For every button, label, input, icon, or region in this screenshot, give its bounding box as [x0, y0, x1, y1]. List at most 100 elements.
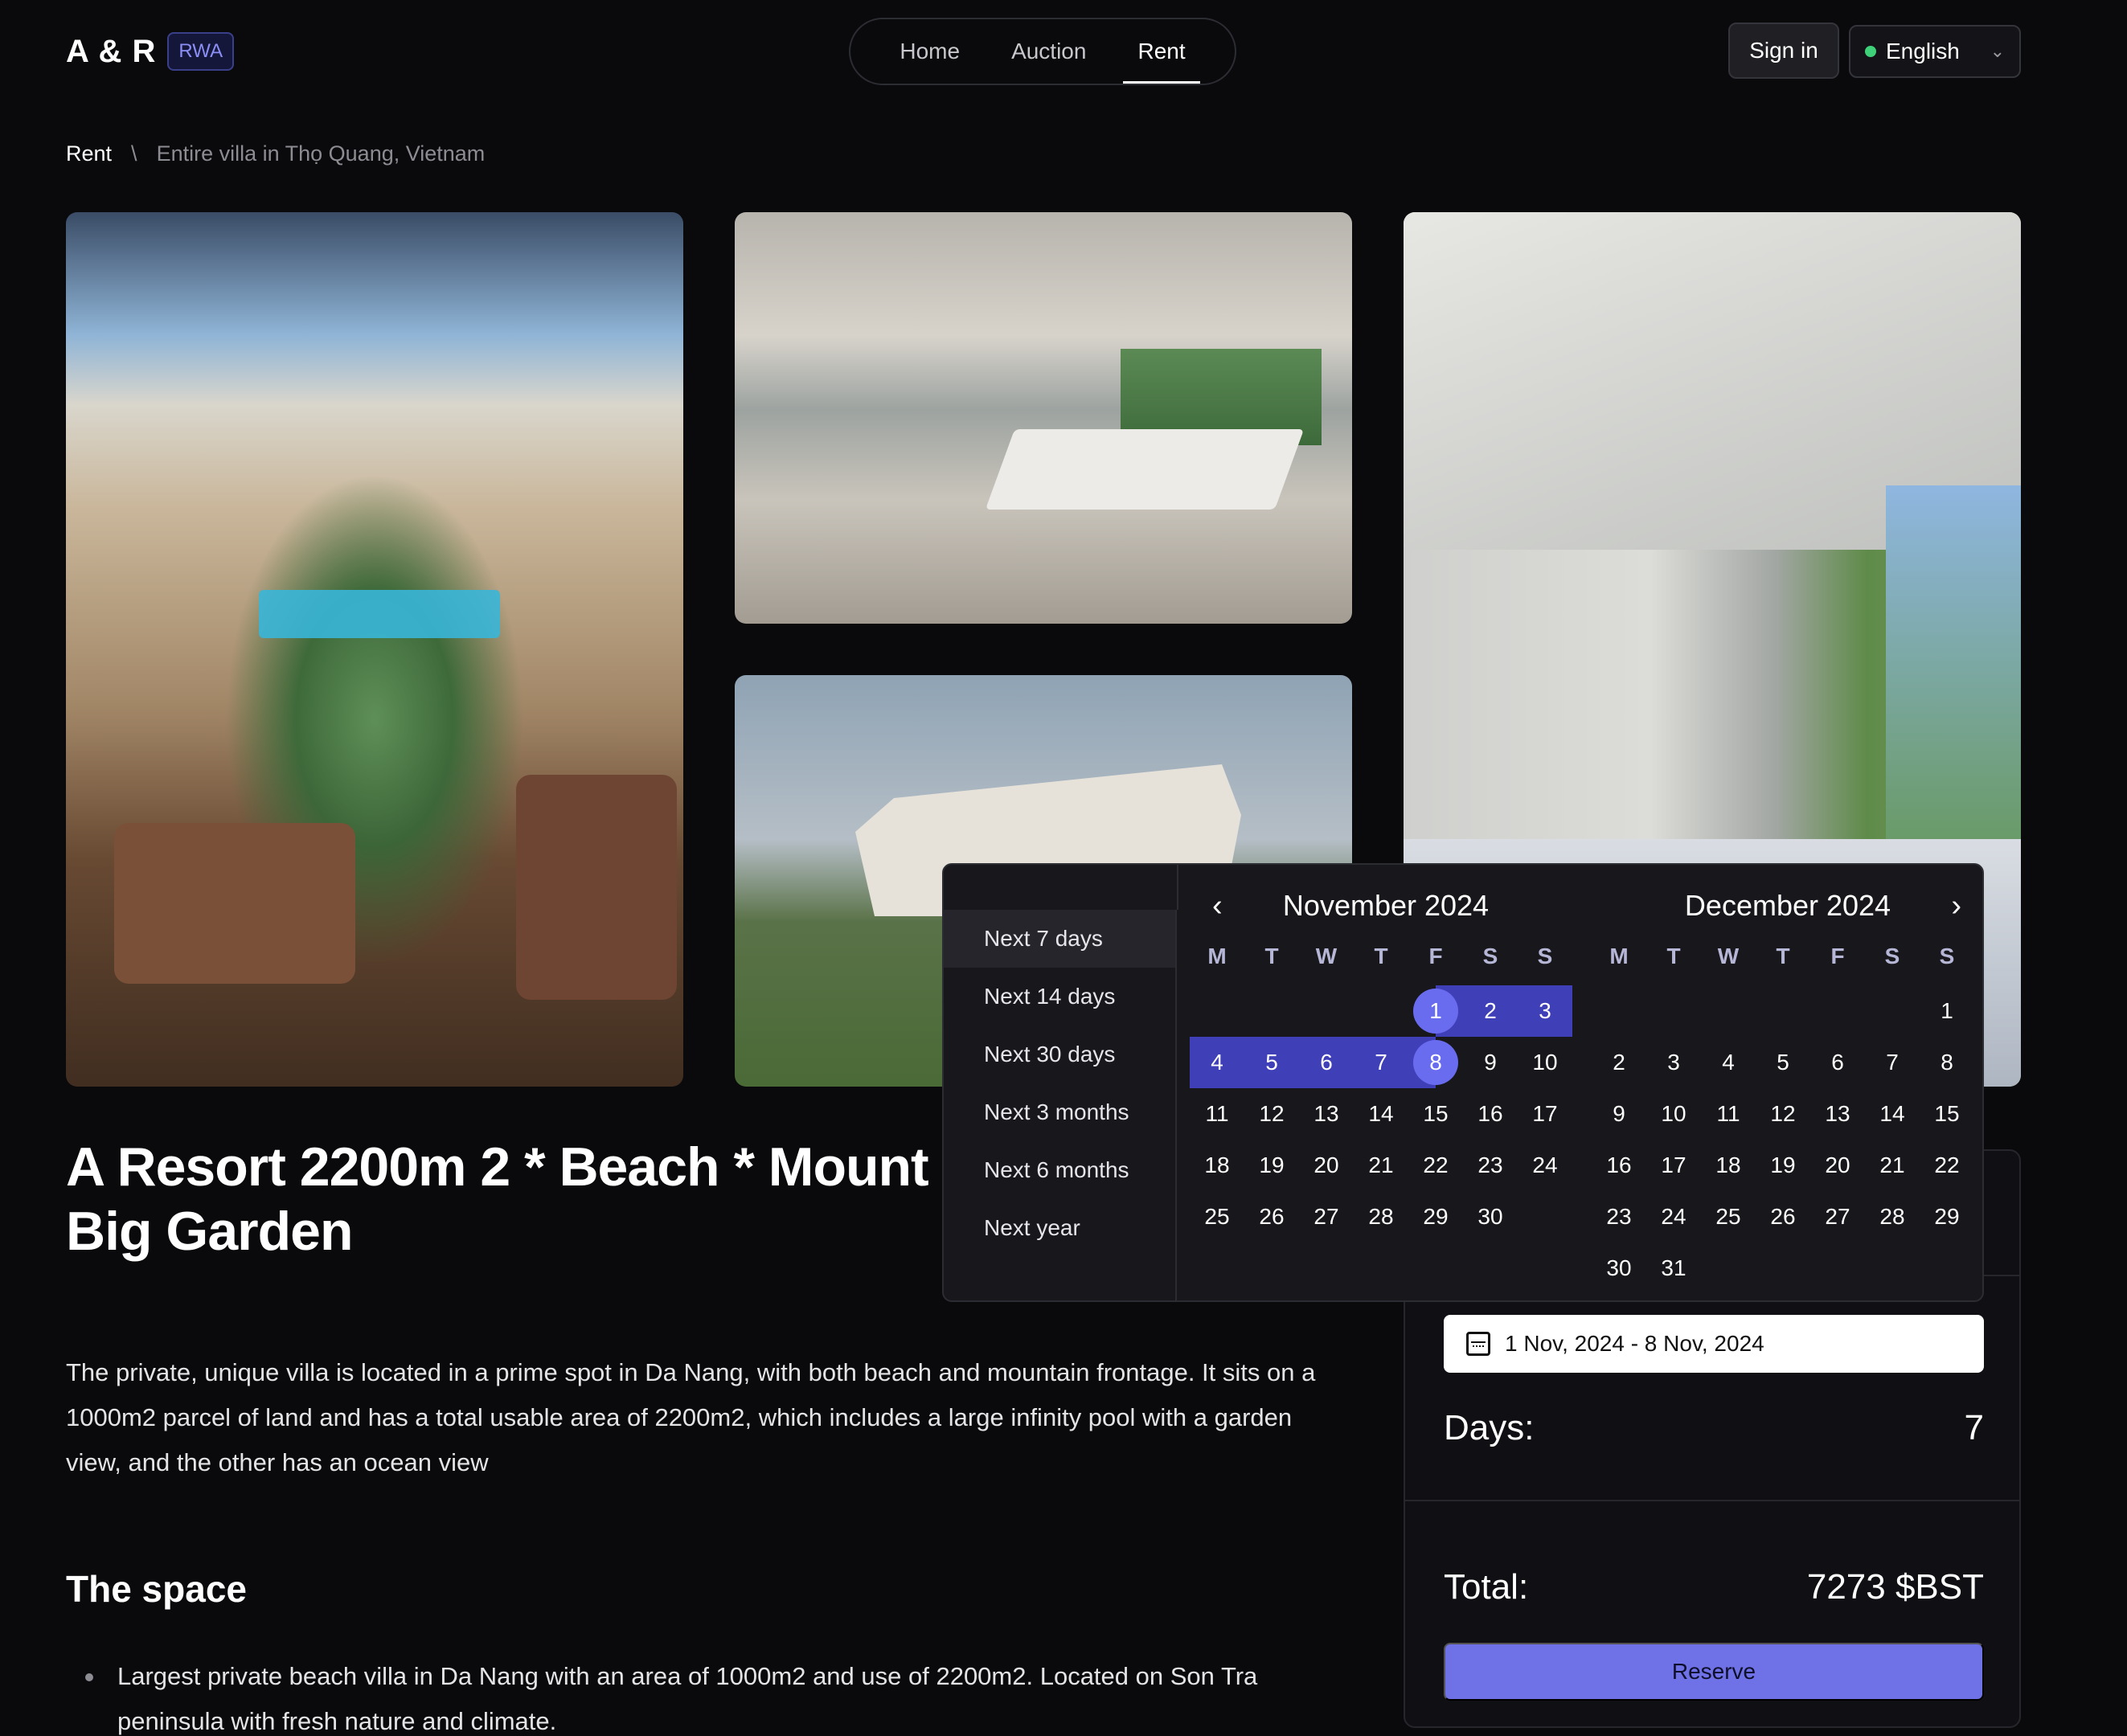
- calendar-day[interactable]: 12: [1756, 1088, 1810, 1140]
- preset-next-14-days[interactable]: Next 14 days: [944, 968, 1175, 1026]
- calendar-day[interactable]: 20: [1299, 1140, 1354, 1191]
- weekday-label: T: [1264, 944, 1279, 968]
- calendar-day[interactable]: 2: [1463, 985, 1518, 1037]
- calendar-day[interactable]: 21: [1354, 1140, 1408, 1191]
- calendar-day[interactable]: 23: [1463, 1140, 1518, 1191]
- calendar-day[interactable]: 29: [1408, 1191, 1463, 1243]
- calendar-day[interactable]: 18: [1701, 1140, 1756, 1191]
- calendar-day[interactable]: 28: [1354, 1191, 1408, 1243]
- calendar-day[interactable]: 19: [1244, 1140, 1299, 1191]
- calendar-day[interactable]: 12: [1244, 1088, 1299, 1140]
- calendar-day[interactable]: 21: [1865, 1140, 1920, 1191]
- calendar-day[interactable]: 4: [1701, 1037, 1756, 1088]
- month-title: December 2024: [1684, 889, 1891, 922]
- language-select[interactable]: English ⌄: [1849, 25, 2021, 78]
- reserve-button[interactable]: Reserve: [1444, 1643, 1984, 1701]
- nav-auction[interactable]: Auction: [986, 18, 1112, 85]
- calendar-day[interactable]: 26: [1756, 1191, 1810, 1243]
- total-row: Total: 7273 $BST: [1444, 1567, 1984, 1607]
- calendar-day[interactable]: 25: [1190, 1191, 1244, 1243]
- date-picker-popover: Next 7 days Next 14 days Next 30 days Ne…: [942, 863, 1984, 1302]
- calendar-day[interactable]: 10: [1518, 1037, 1572, 1088]
- weekday-label: W: [1315, 944, 1338, 968]
- calendar-day[interactable]: 13: [1299, 1088, 1354, 1140]
- calendar-day[interactable]: 11: [1190, 1088, 1244, 1140]
- weekday-label: S: [1537, 944, 1553, 968]
- logo[interactable]: A & R RWA: [66, 32, 235, 71]
- preset-next-7-days[interactable]: Next 7 days: [944, 910, 1175, 968]
- chevron-right-icon[interactable]: ›: [1951, 889, 1961, 923]
- breadcrumb-rent[interactable]: Rent: [66, 141, 112, 166]
- space-bullet: Largest private beach villa in Da Nang w…: [85, 1654, 1363, 1736]
- photo-kitchen[interactable]: [735, 212, 1352, 624]
- calendar-day[interactable]: 3: [1646, 1037, 1701, 1088]
- calendar-day[interactable]: 30: [1592, 1243, 1646, 1294]
- calendar-day[interactable]: 10: [1646, 1088, 1701, 1140]
- calendar-day[interactable]: 6: [1299, 1037, 1354, 1088]
- calendar-day[interactable]: 25: [1701, 1191, 1756, 1243]
- calendar-day[interactable]: 3: [1518, 985, 1572, 1037]
- weekday-label: T: [1666, 944, 1681, 968]
- weekday-label: M: [1609, 944, 1629, 968]
- weekday-label: W: [1717, 944, 1740, 968]
- preset-next-30-days[interactable]: Next 30 days: [944, 1026, 1175, 1083]
- calendar-day[interactable]: 16: [1592, 1140, 1646, 1191]
- nav-rent[interactable]: Rent: [1112, 18, 1211, 85]
- nav-home[interactable]: Home: [874, 18, 986, 85]
- calendar-day[interactable]: 20: [1810, 1140, 1865, 1191]
- calendar-day[interactable]: 19: [1756, 1140, 1810, 1191]
- calendar-day[interactable]: 1: [1408, 985, 1463, 1037]
- day-grid: 1 2 3 4 5 6 7 8 9 10 11 12 13 14 15 16 17 18 19 20 21 22 23 24 2…: [1190, 985, 1572, 1243]
- preset-next-3-months[interactable]: Next 3 months: [944, 1083, 1175, 1141]
- calendar-day[interactable]: 27: [1299, 1191, 1354, 1243]
- calendar-day[interactable]: 9: [1592, 1088, 1646, 1140]
- month-title: November 2024: [1282, 889, 1490, 922]
- date-range-value: 1 Nov, 2024 - 8 Nov, 2024: [1505, 1331, 1764, 1356]
- calendar-day[interactable]: 14: [1354, 1088, 1408, 1140]
- calendar-day[interactable]: 24: [1646, 1191, 1701, 1243]
- calendar-day[interactable]: 2: [1592, 1037, 1646, 1088]
- date-range-input[interactable]: 1 Nov, 2024 - 8 Nov, 2024: [1444, 1315, 1984, 1373]
- preset-next-6-months[interactable]: Next 6 months: [944, 1141, 1175, 1199]
- calendar-day[interactable]: 1: [1920, 985, 1974, 1037]
- calendar-day[interactable]: 14: [1865, 1088, 1920, 1140]
- calendar-day[interactable]: 28: [1865, 1191, 1920, 1243]
- calendar-day[interactable]: 23: [1592, 1191, 1646, 1243]
- calendar-day[interactable]: 16: [1463, 1088, 1518, 1140]
- calendar-day[interactable]: 6: [1810, 1037, 1865, 1088]
- calendar-day[interactable]: 30: [1463, 1191, 1518, 1243]
- calendar-day[interactable]: 4: [1190, 1037, 1244, 1088]
- calendar-day[interactable]: 7: [1354, 1037, 1408, 1088]
- calendar-day[interactable]: 29: [1920, 1191, 1974, 1243]
- calendar-day[interactable]: 7: [1865, 1037, 1920, 1088]
- calendar-day[interactable]: 5: [1756, 1037, 1810, 1088]
- calendar-day[interactable]: 13: [1810, 1088, 1865, 1140]
- month-november: ‹ November 2024 MTWTFSS 1 2 3 4 5 6 7 8 9 10 11 12 1…: [1185, 865, 1587, 1300]
- logo-text: A & R: [66, 33, 157, 69]
- calendar-day[interactable]: 11: [1701, 1088, 1756, 1140]
- calendar-day[interactable]: 26: [1244, 1191, 1299, 1243]
- calendar-day[interactable]: 22: [1408, 1140, 1463, 1191]
- calendar-day[interactable]: 17: [1646, 1140, 1701, 1191]
- calendar-day[interactable]: 27: [1810, 1191, 1865, 1243]
- sign-in-button[interactable]: Sign in: [1728, 23, 1839, 79]
- calendar-day[interactable]: 17: [1518, 1088, 1572, 1140]
- calendar-day[interactable]: 8: [1920, 1037, 1974, 1088]
- day-grid: 1 2 3 4 5 6 7 8 9 10 11 12 13 14 15 16 17 18 19 20 21 22 23 24 2…: [1592, 985, 1974, 1294]
- calendar-day[interactable]: 9: [1463, 1037, 1518, 1088]
- calendar-day[interactable]: 8: [1408, 1037, 1463, 1088]
- calendar-day[interactable]: 22: [1920, 1140, 1974, 1191]
- photo-living-room[interactable]: [66, 212, 683, 1087]
- calendar-day[interactable]: 31: [1646, 1243, 1701, 1294]
- preset-list: Next 7 days Next 14 days Next 30 days Ne…: [944, 865, 1178, 1300]
- language-label: English: [1886, 39, 1960, 63]
- preset-next-year[interactable]: Next year: [944, 1199, 1175, 1257]
- calendar-day[interactable]: 18: [1190, 1140, 1244, 1191]
- weekday-label: S: [1939, 944, 1955, 968]
- calendar-day[interactable]: 24: [1518, 1140, 1572, 1191]
- calendar-day[interactable]: 15: [1920, 1088, 1974, 1140]
- total-value: 7273 $BST: [1806, 1567, 1984, 1607]
- main-nav: Home Auction Rent: [849, 18, 1236, 85]
- calendar-day[interactable]: 5: [1244, 1037, 1299, 1088]
- calendar-day[interactable]: 15: [1408, 1088, 1463, 1140]
